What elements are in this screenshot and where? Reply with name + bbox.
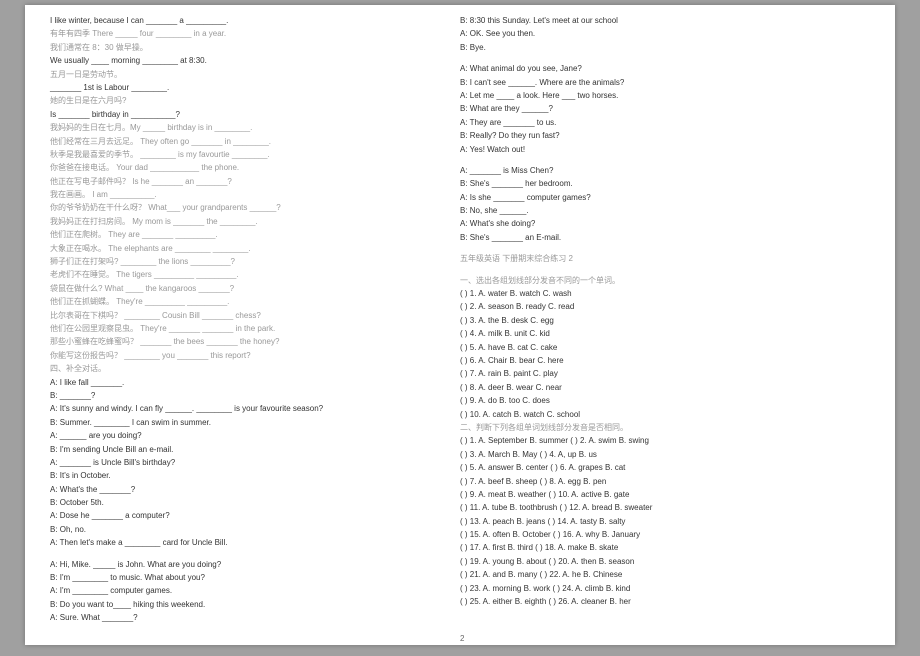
text-line: 有年有四季 There _____ four ________ in a yea…: [50, 28, 460, 40]
text-line: 我妈妈正在打扫房间。 My mom is _______ the _______…: [50, 216, 460, 228]
text-line: 秋季是我最喜爱的季节。 ________ is my favourtie ___…: [50, 149, 460, 161]
text-line: B: Summer. ________ I can swim in summer…: [50, 417, 460, 429]
text-line: 你的爷爷奶奶在干什么呀？ What___ your grandparents _…: [50, 202, 460, 214]
text-line: ( ) 9. A. meat B. weather ( ) 10. A. act…: [460, 489, 870, 501]
text-line: B: It's in October.: [50, 470, 460, 482]
blank-line: [460, 267, 870, 275]
text-line: 大象正在喝水。 The elephants are ________ _____…: [50, 243, 460, 255]
text-line: B: 8:30 this Sunday. Let's meet at our s…: [460, 15, 870, 27]
text-line: A: _______ is Uncle Bill's birthday?: [50, 457, 460, 469]
text-line: ( ) 3. A. March B. May ( ) 4. A, up B. u…: [460, 449, 870, 461]
text-line: B: Oh, no.: [50, 524, 460, 536]
text-line: A: Sure. What _______?: [50, 612, 460, 624]
text-line: 四、补全对话。: [50, 363, 460, 375]
text-line: 他正在写电子邮件吗？ Is he _______ an _______?: [50, 176, 460, 188]
text-line: A: I like fall _______.: [50, 377, 460, 389]
text-line: B: October 5th.: [50, 497, 460, 509]
text-line: 二、判断下列各组单词划线部分发音是否相同。: [460, 422, 870, 434]
text-line: I like winter, because I can _______ a _…: [50, 15, 460, 27]
text-line: ( ) 8. A. deer B. wear C. near: [460, 382, 870, 394]
text-line: A: _______ is Miss Chen?: [460, 165, 870, 177]
text-line: 那些小蜜蜂在吃蜂蜜吗？ _______ the bees _______ the…: [50, 336, 460, 348]
text-line: 你爸爸在接电话。 Your dad ___________ the phone.: [50, 162, 460, 174]
text-line: ( ) 5. A. have B. cat C. cake: [460, 342, 870, 354]
text-line: _______ 1st is Labour ________.: [50, 82, 460, 94]
text-line: A: It's sunny and windy. I can fly _____…: [50, 403, 460, 415]
text-line: B: She's _______ an E-mail.: [460, 232, 870, 244]
text-line: ( ) 10. A. catch B. watch C. school: [460, 409, 870, 421]
text-line: ( ) 21. A. and B. many ( ) 22. A. he B. …: [460, 569, 870, 581]
text-line: B: Bye.: [460, 42, 870, 54]
text-line: 五年级英语 下册期末综合练习 2: [460, 253, 870, 265]
left-column: I like winter, because I can _______ a _…: [50, 15, 460, 645]
text-line: ( ) 19. A. young B. about ( ) 20. A. the…: [460, 556, 870, 568]
text-line: A: Is she _______ computer games?: [460, 192, 870, 204]
text-line: A: Hi, Mike. _____ is John. What are you…: [50, 559, 460, 571]
text-line: 我在画画。 I am __________.: [50, 189, 460, 201]
text-line: ( ) 2. A. season B. ready C. read: [460, 301, 870, 313]
text-line: B: No, she ______.: [460, 205, 870, 217]
text-line: ( ) 5. A. answer B. center ( ) 6. A. gra…: [460, 462, 870, 474]
blank-line: [460, 245, 870, 253]
document-page: I like winter, because I can _______ a _…: [25, 5, 895, 645]
right-column: B: 8:30 this Sunday. Let's meet at our s…: [460, 15, 870, 645]
text-line: B: _______?: [50, 390, 460, 402]
blank-line: [460, 55, 870, 63]
text-line: B: I'm ________ to music. What about you…: [50, 572, 460, 584]
text-line: ( ) 1. A. September B. summer ( ) 2. A. …: [460, 435, 870, 447]
text-line: 五月一日是劳动节。: [50, 69, 460, 81]
text-line: ( ) 3. A. the B. desk C. egg: [460, 315, 870, 327]
text-line: ( ) 7. A. rain B. paint C. play: [460, 368, 870, 380]
text-line: 你能写这份报告吗？ ________ you _______ this repo…: [50, 350, 460, 362]
text-line: 他们在公园里观察昆虫。 They're _______ _______ in t…: [50, 323, 460, 335]
text-line: 袋鼠在做什么? What ____ the kangaroos _______?: [50, 283, 460, 295]
text-line: B: She's _______ her bedroom.: [460, 178, 870, 190]
text-line: A: What animal do you see, Jane?: [460, 63, 870, 75]
blank-line: [50, 551, 460, 559]
text-line: ( ) 7. A. beef B. sheep ( ) 8. A. egg B.…: [460, 476, 870, 488]
text-line: B: What are they ______?: [460, 103, 870, 115]
text-line: 比尔表哥在下棋吗？ ________ Cousin Bill _______ c…: [50, 310, 460, 322]
text-line: B: I'm sending Uncle Bill an e-mail.: [50, 444, 460, 456]
text-line: A: What's the _______?: [50, 484, 460, 496]
text-line: ( ) 13. A. peach B. jeans ( ) 14. A. tas…: [460, 516, 870, 528]
text-line: B: Really? Do they run fast?: [460, 130, 870, 142]
text-line: Is _______ birthday in __________?: [50, 109, 460, 121]
text-line: A: Yes! Watch out!: [460, 144, 870, 156]
text-line: ( ) 9. A. do B. too C. does: [460, 395, 870, 407]
text-line: ( ) 17. A. first B. third ( ) 18. A. mak…: [460, 542, 870, 554]
text-line: 我们通常在 8：30 做早操。: [50, 42, 460, 54]
page-number: 2: [460, 634, 464, 643]
text-line: 他们经常在三月去远足。 They often go _______ in ___…: [50, 136, 460, 148]
blank-line: [460, 157, 870, 165]
text-line: ( ) 25. A. either B. eighth ( ) 26. A. c…: [460, 596, 870, 608]
text-line: ( ) 15. A. often B. October ( ) 16. A. w…: [460, 529, 870, 541]
text-line: A: ______ are you doing?: [50, 430, 460, 442]
text-line: B: Do you want to____ hiking this weeken…: [50, 599, 460, 611]
text-line: A: I'm ________ computer games.: [50, 585, 460, 597]
text-line: ( ) 4. A. milk B. unit C. kid: [460, 328, 870, 340]
text-line: 他们正在抓蝴蝶。 They're _________ _________.: [50, 296, 460, 308]
text-line: ( ) 23. A. morning B. work ( ) 24. A. cl…: [460, 583, 870, 595]
text-line: A: Let me ____ a look. Here ___ two hors…: [460, 90, 870, 102]
text-line: A: OK. See you then.: [460, 28, 870, 40]
text-line: 一、选出各组划线部分发音不同的一个单词。: [460, 275, 870, 287]
text-line: ( ) 6. A. Chair B. bear C. here: [460, 355, 870, 367]
text-line: ( ) 1. A. water B. watch C. wash: [460, 288, 870, 300]
text-line: A: Dose he _______ a computer?: [50, 510, 460, 522]
text-line: 她的生日是在六月吗?: [50, 95, 460, 107]
text-line: A: Then let's make a ________ card for U…: [50, 537, 460, 549]
text-line: 老虎们不在睡觉。 The tigers _________ _________.: [50, 269, 460, 281]
text-line: ( ) 11. A. tube B. toothbrush ( ) 12. A.…: [460, 502, 870, 514]
text-line: 我妈妈的生日在七月。My _____ birthday is in ______…: [50, 122, 460, 134]
text-line: 他们正在爬树。 They are _______ _________.: [50, 229, 460, 241]
text-line: A: What's she doing?: [460, 218, 870, 230]
text-line: B: I can't see ______. Where are the ani…: [460, 77, 870, 89]
text-line: A: They are _______ to us.: [460, 117, 870, 129]
text-line: We usually ____ morning ________ at 8:30…: [50, 55, 460, 67]
text-line: 狮子们正在打架吗? ________ the lions _________?: [50, 256, 460, 268]
